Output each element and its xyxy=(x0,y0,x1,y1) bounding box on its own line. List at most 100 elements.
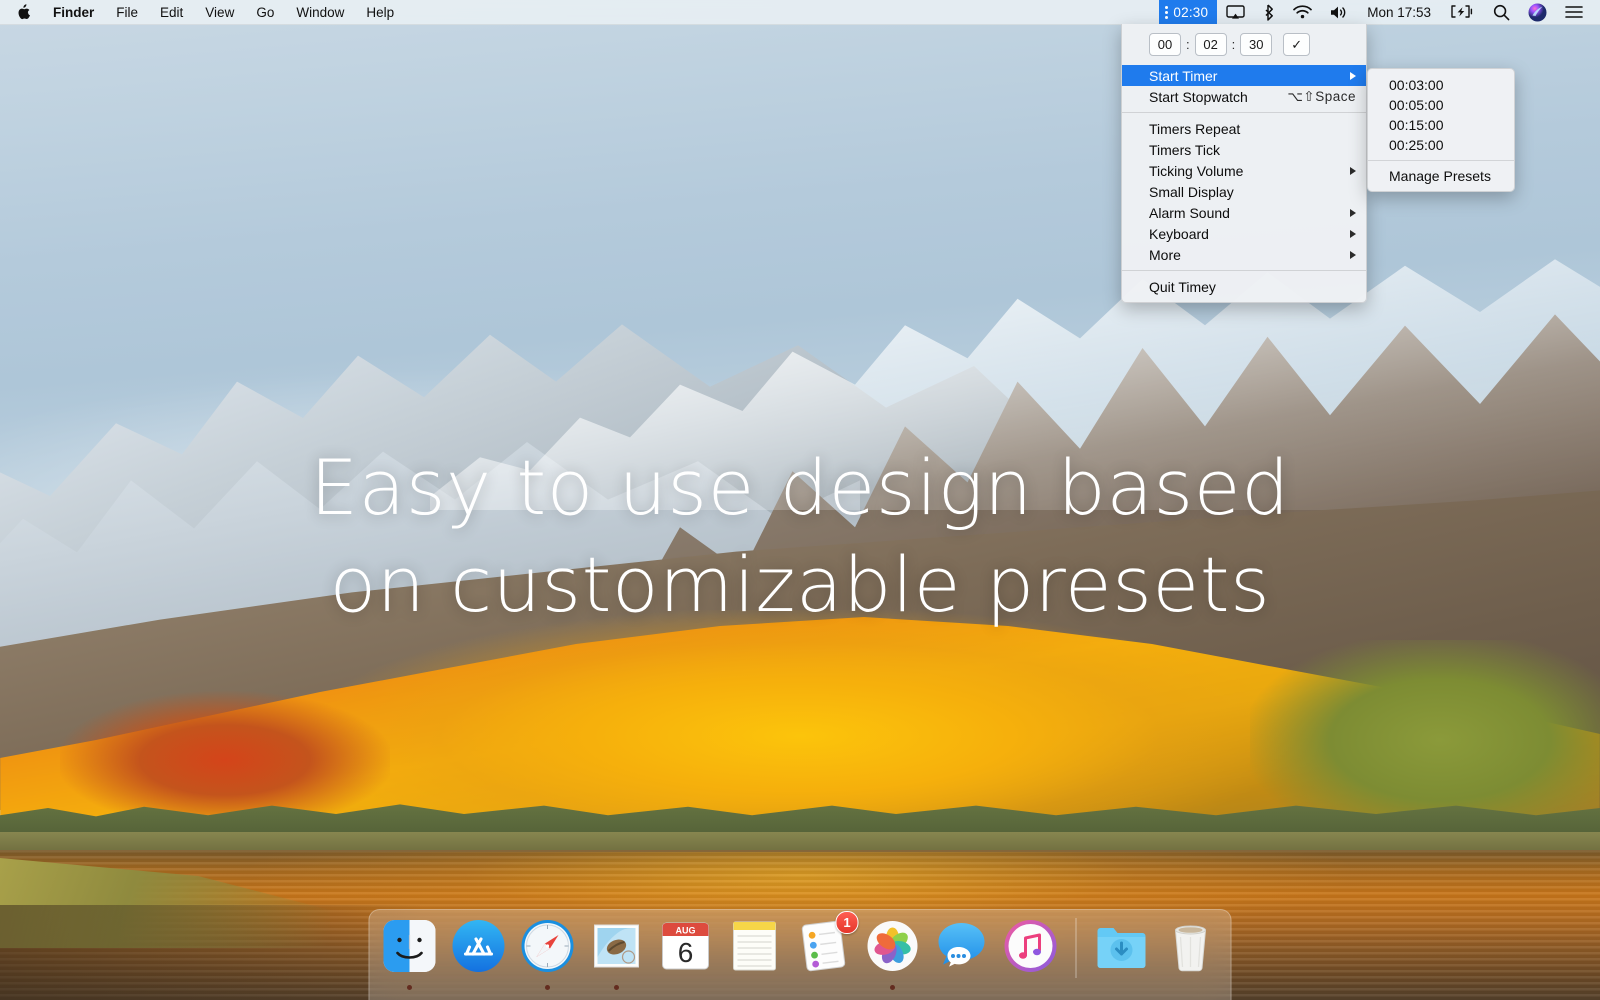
menu-item-label: Start Stopwatch xyxy=(1149,89,1248,105)
menu-bar-item-window[interactable]: Window xyxy=(285,0,355,24)
menu-bar-status-area: 02:30 Mon 17:53 xyxy=(1159,0,1600,24)
menu-separator xyxy=(1122,270,1366,271)
airplay-icon[interactable] xyxy=(1217,0,1254,24)
battery-charging-icon[interactable] xyxy=(1441,0,1484,24)
itunes-icon xyxy=(1002,917,1060,975)
menu-item-keyboard[interactable]: Keyboard xyxy=(1122,223,1366,244)
menu-bar-item-file[interactable]: File xyxy=(105,0,149,24)
finder-icon xyxy=(381,917,439,975)
preset-item-2[interactable]: 00:05:00 xyxy=(1368,95,1514,115)
calendar-month-text: AUG xyxy=(676,926,696,936)
dock-item-reminders[interactable]: 1 xyxy=(793,914,855,995)
menu-item-small-display[interactable]: Small Display xyxy=(1122,181,1366,202)
calendar-icon: AUG 6 xyxy=(657,917,715,975)
menu-bar-item-help[interactable]: Help xyxy=(355,0,405,24)
dock-item-notes[interactable] xyxy=(724,914,786,995)
menu-bar: Finder File Edit View Go Window Help 02:… xyxy=(0,0,1600,25)
preset-item-1[interactable]: 00:03:00 xyxy=(1368,75,1514,95)
menu-bar-item-go[interactable]: Go xyxy=(245,0,285,24)
timer-seconds-field[interactable]: 30 xyxy=(1240,33,1272,56)
menu-item-label: Small Display xyxy=(1149,184,1234,200)
preset-item-3[interactable]: 00:15:00 xyxy=(1368,115,1514,135)
notes-icon xyxy=(726,917,784,975)
timey-indicator-time: 02:30 xyxy=(1173,5,1208,20)
menu-bar-clock[interactable]: Mon 17:53 xyxy=(1357,0,1441,24)
menu-item-label: Keyboard xyxy=(1149,226,1209,242)
menu-item-ticking-volume[interactable]: Ticking Volume xyxy=(1122,160,1366,181)
menu-bar-item-view[interactable]: View xyxy=(194,0,245,24)
siri-icon[interactable] xyxy=(1519,0,1556,24)
dock-item-photos[interactable] xyxy=(862,914,924,995)
timer-minutes-field[interactable]: 02 xyxy=(1195,33,1227,56)
timer-entry-row: 00 : 02 : 30 ✓ xyxy=(1122,24,1366,65)
start-timer-presets-submenu: 00:03:00 00:05:00 00:15:00 00:25:00 Mana… xyxy=(1367,68,1515,192)
dock-item-calendar[interactable]: AUG 6 xyxy=(655,914,717,995)
menu-bar-app-menus: Finder File Edit View Go Window Help xyxy=(0,0,405,24)
dock-item-safari[interactable] xyxy=(517,914,579,995)
submenu-arrow-icon xyxy=(1350,209,1356,217)
menu-separator xyxy=(1122,112,1366,113)
safari-icon xyxy=(519,917,577,975)
menu-item-label: Timers Tick xyxy=(1149,142,1220,158)
dock-item-mail[interactable] xyxy=(586,914,648,995)
wallpaper-yellow-aspens xyxy=(300,610,1300,820)
running-indicator xyxy=(407,985,412,990)
preset-item-4[interactable]: 00:25:00 xyxy=(1368,135,1514,155)
mail-icon xyxy=(588,917,646,975)
submenu-arrow-icon xyxy=(1350,167,1356,175)
dock-item-downloads-folder[interactable] xyxy=(1091,914,1153,995)
wallpaper-red-aspens xyxy=(60,690,390,830)
timer-separator-2: : xyxy=(1231,37,1237,52)
menu-item-start-timer[interactable]: Start Timer xyxy=(1122,65,1366,86)
menu-item-label: Alarm Sound xyxy=(1149,205,1230,221)
downloads-folder-icon xyxy=(1093,917,1151,975)
dock-item-trash[interactable] xyxy=(1160,914,1222,995)
messages-icon xyxy=(933,917,991,975)
notification-center-icon[interactable] xyxy=(1556,0,1592,24)
menu-item-timers-repeat[interactable]: Timers Repeat xyxy=(1122,118,1366,139)
volume-icon[interactable] xyxy=(1321,0,1357,24)
spotlight-search-icon[interactable] xyxy=(1484,0,1519,24)
menu-item-quit-timey[interactable]: Quit Timey xyxy=(1122,276,1366,297)
menu-item-shortcut: ⌥⇧Space xyxy=(1287,89,1356,105)
dock-item-app-store[interactable] xyxy=(448,914,510,995)
dock: AUG 6 1 xyxy=(369,909,1232,1000)
timer-confirm-checkmark-button[interactable]: ✓ xyxy=(1283,33,1310,56)
bluetooth-icon[interactable] xyxy=(1254,0,1284,24)
running-indicator xyxy=(614,985,619,990)
app-store-icon xyxy=(450,917,508,975)
timer-separator-1: : xyxy=(1185,37,1191,52)
timey-dropdown-menu: 00 : 02 : 30 ✓ Start Timer Start Stopwat… xyxy=(1121,24,1367,303)
menu-item-label: Start Timer xyxy=(1149,68,1217,84)
running-indicator xyxy=(890,985,895,990)
menu-bar-item-finder[interactable]: Finder xyxy=(42,0,105,24)
calendar-day-text: 6 xyxy=(678,937,694,968)
timey-menu-bar-indicator[interactable]: 02:30 xyxy=(1159,0,1217,24)
trash-icon xyxy=(1162,917,1220,975)
menu-item-timers-tick[interactable]: Timers Tick xyxy=(1122,139,1366,160)
submenu-arrow-icon xyxy=(1350,251,1356,259)
wifi-icon[interactable] xyxy=(1284,0,1321,24)
manage-presets-item[interactable]: Manage Presets xyxy=(1368,166,1514,186)
wallpaper-lake-shadow xyxy=(0,905,420,1000)
menu-item-label: Timers Repeat xyxy=(1149,121,1240,137)
menu-item-start-stopwatch[interactable]: Start Stopwatch ⌥⇧Space xyxy=(1122,86,1366,107)
menu-item-label: Quit Timey xyxy=(1149,279,1216,295)
apple-logo-icon[interactable] xyxy=(0,0,42,24)
dock-separator xyxy=(1076,918,1077,978)
menu-item-more[interactable]: More xyxy=(1122,244,1366,265)
menu-item-alarm-sound[interactable]: Alarm Sound xyxy=(1122,202,1366,223)
submenu-arrow-icon xyxy=(1350,230,1356,238)
timer-hours-field[interactable]: 00 xyxy=(1149,33,1181,56)
menu-item-label: More xyxy=(1149,247,1181,263)
dock-item-itunes[interactable] xyxy=(1000,914,1062,995)
dock-item-finder[interactable] xyxy=(379,914,441,995)
reminders-badge: 1 xyxy=(836,911,859,934)
submenu-arrow-icon xyxy=(1350,72,1356,80)
menu-item-label: Ticking Volume xyxy=(1149,163,1243,179)
menu-bar-item-edit[interactable]: Edit xyxy=(149,0,194,24)
photos-icon xyxy=(864,917,922,975)
vertical-dots-icon xyxy=(1165,5,1169,19)
dock-item-messages[interactable] xyxy=(931,914,993,995)
submenu-separator xyxy=(1368,160,1514,161)
